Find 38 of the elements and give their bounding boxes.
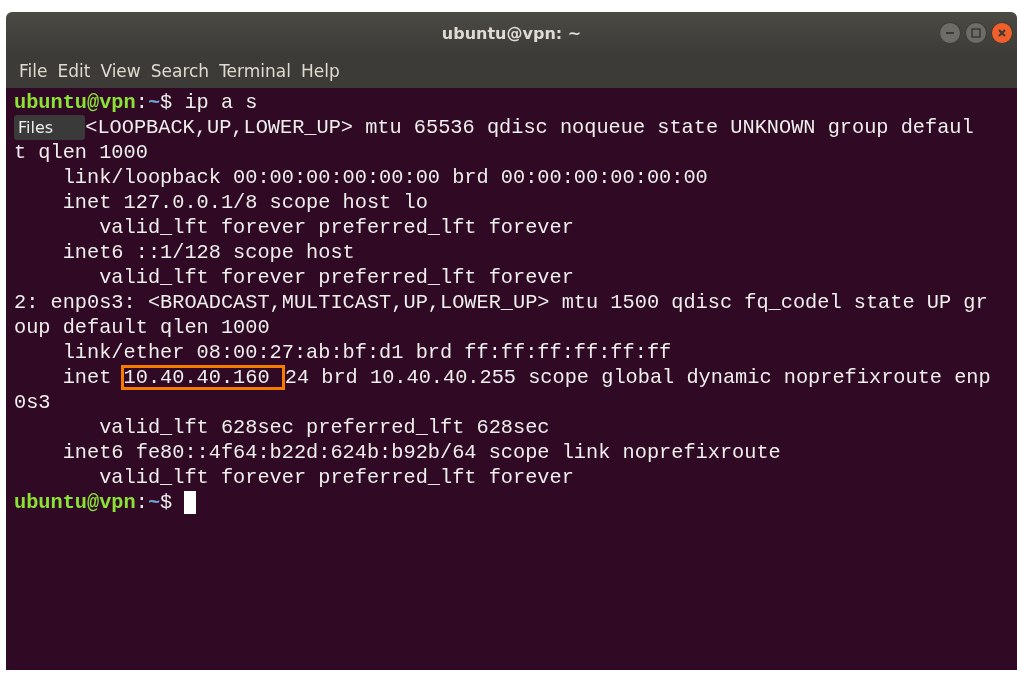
maximize-button[interactable]: [965, 22, 987, 44]
tooltip: Files: [14, 115, 86, 140]
terminal-text: inet6 fe80::4f64:b22d:624b:b92b/64 scope link noprefixroute: [61, 440, 781, 465]
menu-item[interactable]: Terminal: [214, 58, 296, 85]
menu-item[interactable]: Help: [295, 58, 345, 85]
prompt-path: ~: [147, 90, 161, 115]
terminal-text: valid_lft 628sec preferred_lft 628sec: [98, 415, 550, 440]
terminal-text: 2: enp0s3: <BROADCAST,MULTICAST,UP,LOWER_UP> mtu 1500 qdisc fq_codel state UP gr: [14, 290, 988, 315]
close-icon: [997, 28, 1007, 38]
terminal-text: inet6 ::1/128 scope host: [61, 240, 355, 265]
highlighted-ip-address: 10.40.40.160: [120, 365, 285, 390]
menu-item[interactable]: View: [95, 58, 146, 85]
prompt-user: ubuntu@vpn: [14, 90, 136, 115]
terminal-text: valid_lft forever preferred_lft forever: [98, 215, 574, 240]
prompt-path: ~: [147, 490, 161, 515]
terminal-text: t qlen 1000: [14, 140, 148, 165]
terminal-text: inet: [61, 365, 113, 390]
terminal-text: 24 brd 10.40.40.255 scope global dynamic noprefixroute enp: [284, 365, 991, 390]
terminal-text: link/ether 08:00:27:ab:bf:d1 brd ff:ff:ff:ff:ff:ff: [61, 340, 672, 365]
terminal-text: $ ip a s: [160, 90, 258, 115]
terminal-text: oup default qlen 1000: [14, 315, 270, 340]
menu-item[interactable]: Edit: [52, 58, 96, 85]
minimize-button[interactable]: [939, 22, 961, 44]
terminal-text: <LOOPBACK,UP,LOWER_UP> mtu 65536 qdisc noqueue state UNKNOWN group defaul: [85, 115, 974, 140]
window-title: ubuntu@vpn: ~: [441, 22, 582, 45]
close-button[interactable]: [991, 22, 1013, 44]
terminal-text: 0s3: [14, 390, 51, 415]
terminal-text: :: [135, 490, 148, 515]
menu-item[interactable]: Search: [145, 58, 215, 85]
terminal-text: :: [135, 90, 148, 115]
terminal-text: valid_lft forever preferred_lft forever: [98, 465, 574, 490]
menu-item[interactable]: File: [14, 58, 53, 85]
prompt-user: ubuntu@vpn: [14, 490, 136, 515]
terminal-text: inet 127.0.0.1/8 scope host lo: [61, 190, 428, 215]
maximize-icon: [971, 28, 981, 38]
terminal-text: $: [160, 490, 174, 515]
terminal-text: link/loopback 00:00:00:00:00:00 brd 00:00:00:00:00:00: [61, 165, 708, 190]
terminal-text: valid_lft forever preferred_lft forever: [98, 265, 574, 290]
